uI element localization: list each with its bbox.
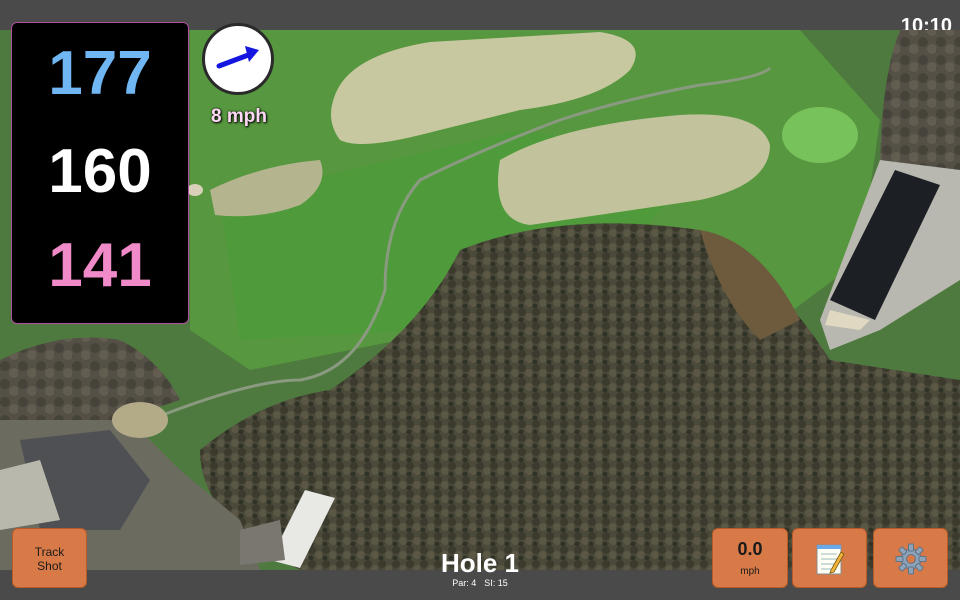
distance-middle: 160 <box>48 137 152 206</box>
notepad-icon <box>816 544 845 575</box>
distance-back: 177 <box>48 39 152 108</box>
speed-unit: mph <box>740 566 760 577</box>
notes-button[interactable] <box>792 528 867 588</box>
hole-par: Par: 4 <box>452 578 477 588</box>
speed-button[interactable]: 0.0 mph <box>712 528 788 588</box>
hole-title: Hole 1 <box>440 548 520 578</box>
distance-panel: 177 160 141 <box>11 22 189 324</box>
hole-info: Hole 1 Par: 4 SI: 15 <box>400 548 560 588</box>
hole-stroke-index: SI: 15 <box>484 578 508 588</box>
distance-front: 141 <box>48 231 152 300</box>
speed-value: 0.0 <box>737 539 763 559</box>
hole-details: Par: 4 SI: 15 <box>400 578 560 588</box>
wind-direction-arrow-icon <box>216 46 259 69</box>
wind-indicator <box>202 23 274 95</box>
wind-speed-label: 8 mph <box>211 106 267 127</box>
track-shot-label: Track Shot <box>34 545 65 573</box>
gear-icon <box>895 543 926 575</box>
settings-button[interactable] <box>873 528 948 588</box>
track-shot-button[interactable]: Track Shot <box>12 528 87 588</box>
